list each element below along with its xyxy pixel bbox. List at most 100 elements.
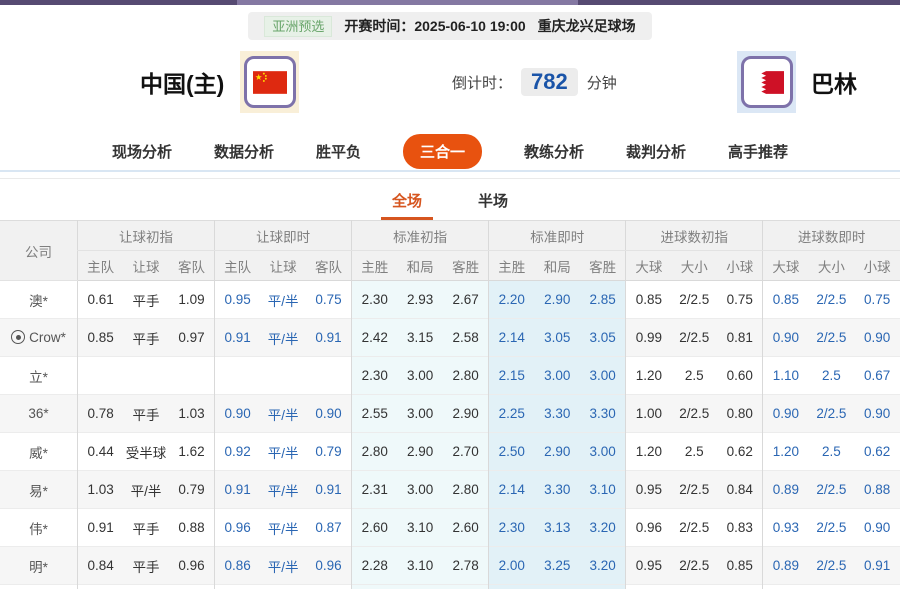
- company-cell[interactable]: 威*: [0, 432, 78, 471]
- odds-cell: 0.78: [77, 394, 124, 433]
- odds-cell: 2.80: [443, 356, 489, 395]
- odds-cell: 3.00: [534, 356, 581, 395]
- odds-cell: 1.20: [625, 432, 672, 471]
- odds-cell: 0.90: [762, 318, 809, 357]
- odds-cell: 0.91: [77, 508, 124, 547]
- odds-cell: 0.96: [168, 546, 215, 585]
- nav-tab-1[interactable]: 数据分析: [214, 141, 274, 162]
- nav-tab-4[interactable]: 教练分析: [524, 141, 584, 162]
- company-cell[interactable]: 明*: [0, 546, 78, 585]
- odds-cell: 平/半: [260, 280, 306, 319]
- top-progress-bar: [0, 0, 900, 5]
- nav-tab-6[interactable]: 高手推荐: [728, 141, 788, 162]
- football-icon: [11, 330, 26, 344]
- odds-cell: 2/2.5: [671, 318, 718, 357]
- company-cell[interactable]: 伟*: [0, 508, 78, 547]
- odds-cell: 3.00: [580, 356, 626, 395]
- company-cell[interactable]: Interwet*: [0, 584, 78, 589]
- odds-cell: 3.13: [534, 508, 581, 547]
- home-flag-container: [240, 51, 300, 113]
- odds-cell: 3.10: [580, 470, 626, 509]
- company-cell[interactable]: 立*: [0, 356, 78, 395]
- odds-cell: 2.58: [443, 318, 489, 357]
- sub-header: 大小: [671, 250, 718, 281]
- group-header-5: 进球数即时: [762, 220, 900, 251]
- table-row: Interwet*0.80平手0.900.60平手1.202.503.302.7…: [0, 584, 900, 589]
- company-cell[interactable]: 36*: [0, 394, 78, 433]
- odds-cell: 2/2.5: [671, 394, 718, 433]
- odds-cell: 2.5: [808, 356, 855, 395]
- odds-cell: 平/半: [123, 470, 169, 509]
- odds-cell: 0.79: [168, 470, 215, 509]
- odds-cell: 1.09: [168, 280, 215, 319]
- odds-cell: 0.85: [762, 280, 809, 319]
- group-header-4: 进球数初指: [625, 220, 763, 251]
- odds-cell: 2/2.5: [671, 470, 718, 509]
- odds-cell: 2.5: [671, 432, 718, 471]
- odds-cell: [305, 356, 352, 395]
- away-flag-container: [737, 51, 796, 113]
- odds-cell: 0.67: [854, 356, 900, 395]
- odds-cell: 2.14: [488, 470, 535, 509]
- odds-cell: 0.85: [717, 546, 763, 585]
- sub-tab-1[interactable]: 半场: [467, 179, 519, 220]
- odds-cell: 3.20: [580, 508, 626, 547]
- odds-cell: 2/2.5: [671, 280, 718, 319]
- odds-cell: 0.81: [717, 318, 763, 357]
- odds-cell: 2.30: [488, 508, 535, 547]
- odds-cell: 2.90: [443, 394, 489, 433]
- bahrain-flag-icon: [749, 70, 784, 94]
- company-cell[interactable]: Crow*: [0, 318, 78, 357]
- nav-tab-0[interactable]: 现场分析: [112, 141, 172, 162]
- odds-cell: 3.10: [397, 546, 443, 585]
- odds-table-header: 公司 让球初指 让球即时 标准初指 标准即时 进球数初指 进球数即时 主队 让球 客队 主队 让球 客队…: [0, 220, 900, 281]
- nav-tab-5[interactable]: 裁判分析: [626, 141, 686, 162]
- odds-cell: [260, 356, 306, 395]
- odds-cell: 平手: [123, 394, 169, 433]
- odds-cell: 2/2.5: [808, 470, 855, 509]
- odds-cell: 平手: [123, 546, 169, 585]
- odds-cell: 2.90: [534, 280, 581, 319]
- away-team-name: 巴林: [811, 71, 857, 97]
- odds-cell: 0.44: [77, 432, 124, 471]
- odds-cell: 2.30: [351, 280, 398, 319]
- odds-cell: 平手: [123, 508, 169, 547]
- odds-cell: 2.55: [351, 394, 398, 433]
- company-cell[interactable]: 易*: [0, 470, 78, 509]
- odds-cell: 2.90: [534, 432, 581, 471]
- company-cell[interactable]: 澳*: [0, 280, 78, 319]
- nav-tab-2[interactable]: 胜平负: [316, 141, 361, 162]
- group-header-2: 标准初指: [351, 220, 489, 251]
- odds-cell: 1.20: [762, 584, 809, 589]
- odds-cell: 0.96: [214, 508, 261, 547]
- odds-cell: 平/半: [260, 546, 306, 585]
- odds-cell: 0.89: [762, 470, 809, 509]
- odds-cell: 0.90: [214, 394, 261, 433]
- match-header: 中国(主) 倒计时： 782 分钟 巴林: [0, 40, 900, 124]
- odds-cell: 0.60: [717, 584, 763, 589]
- nav-tab-3[interactable]: 三合一: [402, 133, 482, 169]
- countdown: 倒计时： 782 分钟: [452, 68, 617, 96]
- odds-cell: 3.30: [534, 394, 581, 433]
- odds-cell: 0.99: [625, 318, 672, 357]
- sub-header: 和局: [534, 250, 581, 281]
- odds-cell: 0.79: [305, 432, 352, 471]
- odds-cell: 0.75: [305, 280, 352, 319]
- odds-cell: 1.03: [168, 394, 215, 433]
- kickoff-value: 2025-06-10 19:00: [414, 18, 526, 34]
- odds-cell: 2.50: [351, 584, 398, 589]
- odds-cell: 0.62: [717, 432, 763, 471]
- table-row: 明* 0.84 平手 0.96 0.86 平/半 0.96 2.28 3.10 2.78 2.00 3…: [0, 546, 900, 585]
- sub-tab-0[interactable]: 全场: [380, 179, 434, 220]
- odds-cell: 0.90: [762, 394, 809, 433]
- odds-cell: 3.00: [397, 470, 443, 509]
- sub-header: 主队: [77, 250, 124, 281]
- sub-header: 大球: [762, 250, 809, 281]
- odds-cell: 2.93: [397, 280, 443, 319]
- odds-cell: 2.28: [351, 546, 398, 585]
- odds-cell: 2/2.5: [808, 280, 855, 319]
- odds-cell: 平/半: [260, 394, 306, 433]
- top-progress-segment: [237, 0, 578, 5]
- nav-tabs: 现场分析 数据分析 胜平负 三合一 教练分析 裁判分析 高手推荐: [0, 132, 900, 172]
- odds-cell: 0.91: [305, 318, 352, 357]
